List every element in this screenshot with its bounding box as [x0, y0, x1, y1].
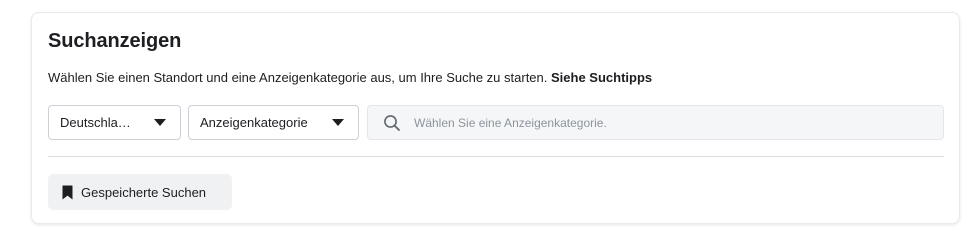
country-select-value: Deutschla…: [60, 115, 131, 130]
description-body: Wählen Sie einen Standort und eine Anzei…: [48, 70, 548, 85]
saved-searches-label: Gespeicherte Suchen: [81, 184, 207, 200]
search-input[interactable]: [410, 106, 943, 139]
divider: [48, 156, 944, 157]
category-select[interactable]: Anzeigenkategorie: [188, 105, 359, 140]
description-text: Wählen Sie einen Standort und eine Anzei…: [48, 70, 652, 85]
search-field[interactable]: [367, 105, 944, 140]
page-title: Suchanzeigen: [48, 30, 182, 52]
search-tips-link[interactable]: Siehe Suchtipps: [551, 70, 652, 85]
country-select[interactable]: Deutschla…: [48, 105, 181, 140]
search-ads-card: Suchanzeigen Wählen Sie einen Standort u…: [31, 12, 960, 224]
bookmark-icon: [62, 185, 73, 200]
search-icon: [374, 106, 410, 139]
caret-down-icon: [332, 119, 344, 126]
saved-searches-button[interactable]: Gespeicherte Suchen: [48, 174, 232, 210]
caret-down-icon: [154, 119, 166, 126]
category-select-value: Anzeigenkategorie: [200, 115, 308, 130]
